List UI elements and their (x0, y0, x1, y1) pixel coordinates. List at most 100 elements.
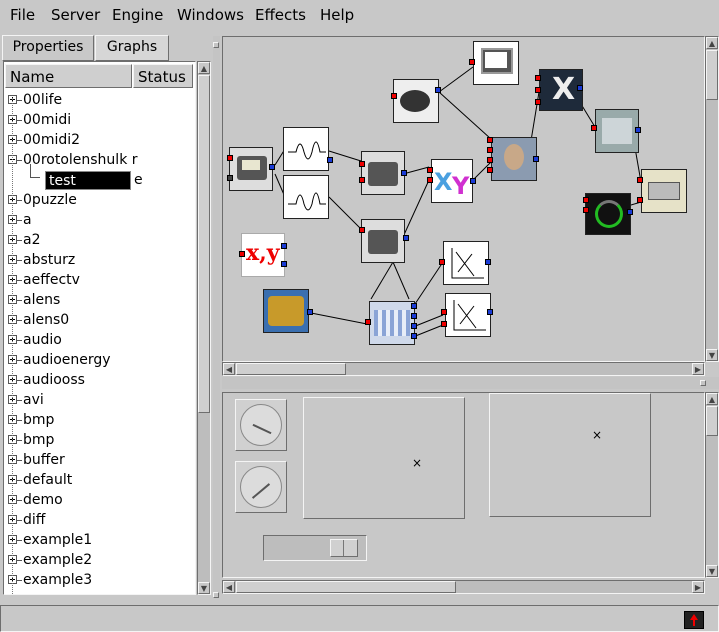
tree-item[interactable]: 00rotolenshulk r (8, 152, 138, 172)
tape-node[interactable] (393, 79, 439, 123)
input-pin[interactable] (469, 59, 475, 65)
input-pin[interactable] (535, 99, 541, 105)
tree-item[interactable]: alens0 (8, 312, 69, 332)
output-pin[interactable] (401, 170, 407, 176)
tree-item[interactable]: example1 (8, 532, 92, 552)
tree-item[interactable]: audio (8, 332, 62, 352)
scroll-right-icon[interactable]: ▶ (692, 581, 704, 593)
dial-control[interactable] (235, 461, 287, 513)
output-pin[interactable] (487, 309, 493, 315)
input-pin[interactable] (637, 177, 643, 183)
output-pin[interactable] (470, 178, 476, 184)
output-pin[interactable] (533, 156, 539, 162)
output-pin[interactable] (411, 323, 417, 329)
tree-item[interactable]: buffer (8, 452, 65, 472)
tree-item[interactable]: audioenergy (8, 352, 111, 372)
clock-node[interactable] (361, 219, 405, 263)
scroll-down-icon[interactable]: ▼ (706, 349, 718, 361)
output-pin[interactable] (577, 85, 583, 91)
output-pin[interactable] (411, 333, 417, 339)
tree-item[interactable]: demo (8, 492, 63, 512)
output-pin[interactable] (269, 164, 275, 170)
output-pin[interactable] (327, 157, 333, 163)
tree-item[interactable]: 0puzzle (8, 192, 77, 212)
input-pin[interactable] (227, 175, 233, 181)
tree-scroll-thumb[interactable] (198, 75, 210, 413)
input-pin[interactable] (391, 93, 397, 99)
scroll-left-icon[interactable]: ◀ (223, 581, 235, 593)
menu-windows[interactable]: Windows (177, 6, 244, 24)
panel-hscroll-thumb[interactable] (236, 581, 456, 593)
tree-item[interactable]: diff (8, 512, 45, 532)
horizontal-splitter[interactable] (222, 377, 719, 389)
output-pin[interactable] (435, 87, 441, 93)
input-pin[interactable] (487, 147, 493, 153)
panel-vscrollbar[interactable]: ▲ ▼ (705, 392, 719, 578)
input-pin[interactable] (239, 251, 245, 257)
scroll-right-icon[interactable]: ▶ (692, 363, 704, 375)
input-pin[interactable] (583, 197, 589, 203)
panel-hscrollbar[interactable]: ◀ ▶ (222, 580, 705, 594)
tree-item[interactable]: 00midi (8, 112, 71, 132)
menu-help[interactable]: Help (320, 6, 354, 24)
panel-vscroll-thumb[interactable] (706, 406, 718, 436)
canvas-vscrollbar[interactable]: ▲ ▼ (705, 36, 719, 362)
graph-tree[interactable]: Name Status 00life 00midi 00midi2 00rotolen… (3, 61, 196, 595)
input-pin[interactable] (591, 125, 597, 131)
input-pin[interactable] (637, 197, 643, 203)
xy-text-node[interactable]: x,y (241, 233, 285, 277)
wave-node[interactable] (283, 175, 329, 219)
tree-item[interactable]: 00midi2 (8, 132, 80, 152)
dial-control[interactable] (235, 399, 287, 451)
output-pin[interactable] (403, 235, 409, 241)
plot-node[interactable] (443, 241, 489, 285)
output-pin[interactable] (281, 243, 287, 249)
output-pin[interactable] (627, 209, 633, 215)
monitor-node[interactable] (473, 41, 519, 85)
menu-file[interactable]: File (10, 6, 35, 24)
scroll-up-icon[interactable]: ▲ (706, 37, 718, 49)
input-pin[interactable] (487, 167, 493, 173)
output-pin[interactable] (307, 309, 313, 315)
input-pin[interactable] (227, 155, 233, 161)
tree-item[interactable]: bmp (8, 412, 54, 432)
tree-scrollbar[interactable]: ▲ ▼ (197, 61, 211, 595)
pager-node[interactable] (641, 169, 687, 213)
clock-node[interactable] (361, 151, 405, 195)
tree-item[interactable]: avi (8, 392, 44, 412)
scroll-down-icon[interactable]: ▼ (706, 565, 718, 577)
input-pin[interactable] (487, 137, 493, 143)
tree-item[interactable]: aeffectv (8, 272, 80, 292)
xy-pad[interactable]: × (303, 397, 465, 519)
status-indicator[interactable] (684, 611, 704, 629)
tree-item[interactable]: default (8, 472, 72, 492)
splitter-handle[interactable] (700, 380, 706, 386)
tree-item[interactable]: 00life (8, 92, 62, 112)
canvas-hscroll-thumb[interactable] (236, 363, 346, 375)
output-pin[interactable] (411, 303, 417, 309)
photo-node[interactable] (595, 109, 639, 153)
input-pin[interactable] (441, 309, 447, 315)
scroll-left-icon[interactable]: ◀ (223, 363, 235, 375)
control-panel[interactable]: × × (222, 392, 705, 578)
input-pin[interactable] (583, 207, 589, 213)
video-node[interactable] (491, 137, 537, 181)
output-pin[interactable] (635, 127, 641, 133)
scroll-up-icon[interactable]: ▲ (706, 393, 718, 405)
tab-properties[interactable]: Properties (2, 35, 94, 61)
output-pin[interactable] (411, 313, 417, 319)
scroll-up-icon[interactable]: ▲ (198, 62, 210, 74)
column-header-name[interactable]: Name (5, 64, 132, 88)
amplifier-node[interactable] (263, 289, 309, 333)
tree-item[interactable]: example3 (8, 572, 92, 592)
splitter-handle-top[interactable] (213, 42, 219, 48)
input-pin[interactable] (359, 227, 365, 233)
menu-server[interactable]: Server (51, 6, 100, 24)
input-pin[interactable] (359, 177, 365, 183)
tree-item[interactable]: bmp (8, 432, 54, 452)
clock-node[interactable] (229, 147, 273, 191)
plot-node[interactable] (445, 293, 491, 337)
input-pin[interactable] (535, 75, 541, 81)
column-header-status[interactable]: Status (133, 64, 193, 88)
tab-graphs[interactable]: Graphs (95, 35, 169, 61)
